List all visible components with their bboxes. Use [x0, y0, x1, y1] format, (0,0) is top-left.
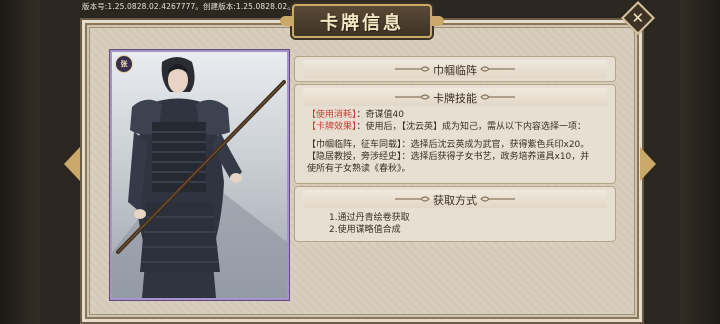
- card-name: 巾帼临阵: [433, 64, 477, 77]
- effect-label: 【卡牌效果】: [307, 122, 357, 132]
- cost-line: 【使用消耗】：奇谋值40: [307, 109, 601, 121]
- prev-card-arrow-icon[interactable]: [64, 147, 80, 181]
- effect-line: 【卡牌效果】：使用后，【沈云英】成为知己，需从以下内容选择一项：: [307, 121, 601, 133]
- cost-label: 【使用消耗】: [307, 110, 357, 120]
- card-name-header: 巾帼临阵: [303, 60, 607, 78]
- cloud-ornament-right-icon: [480, 94, 515, 100]
- dialog-title-plaque: 卡牌信息: [280, 4, 444, 38]
- title-ornament-left: [280, 16, 294, 26]
- cloud-ornament-right-icon: [480, 66, 515, 72]
- card-skill-header: 卡牌技能: [303, 88, 607, 106]
- cloud-ornament-right-icon: [480, 196, 515, 202]
- skill-option-2-line-2: 使所有子女熟读《春秋》。: [307, 164, 411, 174]
- acquire-method-title: 获取方式: [433, 194, 477, 207]
- card-portrait: 张: [110, 50, 289, 300]
- card-skill-title: 卡牌技能: [433, 92, 477, 105]
- dialog-title: 卡牌信息: [320, 13, 404, 34]
- acquire-method-header: 获取方式: [303, 190, 607, 208]
- acquire-method-panel: 获取方式 1.通过丹青绘卷获取 2.使用谋略值合成: [294, 186, 616, 242]
- effect-value: ：使用后，【沈云英】成为知己，需从以下内容选择一项：: [356, 122, 587, 132]
- close-button[interactable]: ✕: [621, 1, 655, 35]
- acquire-method-list: 1.通过丹青绘卷获取 2.使用谋略值合成: [295, 211, 615, 236]
- left-edge-decoration: [0, 0, 40, 324]
- next-card-arrow-icon[interactable]: [640, 147, 656, 181]
- acquire-method-item: 1.通过丹青绘卷获取: [329, 213, 410, 223]
- skill-option-2-line-1: 【隐居教授，旁涉经史】：选择后获得子女书艺，政务培养道具x10，并: [307, 152, 590, 162]
- card-name-panel: 巾帼临阵: [294, 56, 616, 82]
- card-skill-panel: 卡牌技能 【使用消耗】：奇谋值40 【卡牌效果】：使用后，【沈云英】成为知己，需…: [294, 84, 616, 184]
- close-icon-frame: ✕: [621, 1, 655, 35]
- cost-value: ：奇谋值40: [356, 110, 404, 120]
- right-edge-decoration: [680, 0, 720, 324]
- warrior-portrait-illustration: [112, 57, 287, 298]
- title-ornament-right: [430, 16, 444, 26]
- close-icon: ✕: [631, 8, 645, 27]
- card-rarity-badge: 张: [115, 55, 133, 73]
- skill-option-1: 【巾帼临阵，征车同载】：选择后沈云英成为武官，获得紫色兵印x20。: [307, 140, 590, 150]
- acquire-method-item: 2.使用谋略值合成: [329, 225, 401, 235]
- card-skill-description: 【使用消耗】：奇谋值40 【卡牌效果】：使用后，【沈云英】成为知己，需从以下内容…: [295, 109, 615, 175]
